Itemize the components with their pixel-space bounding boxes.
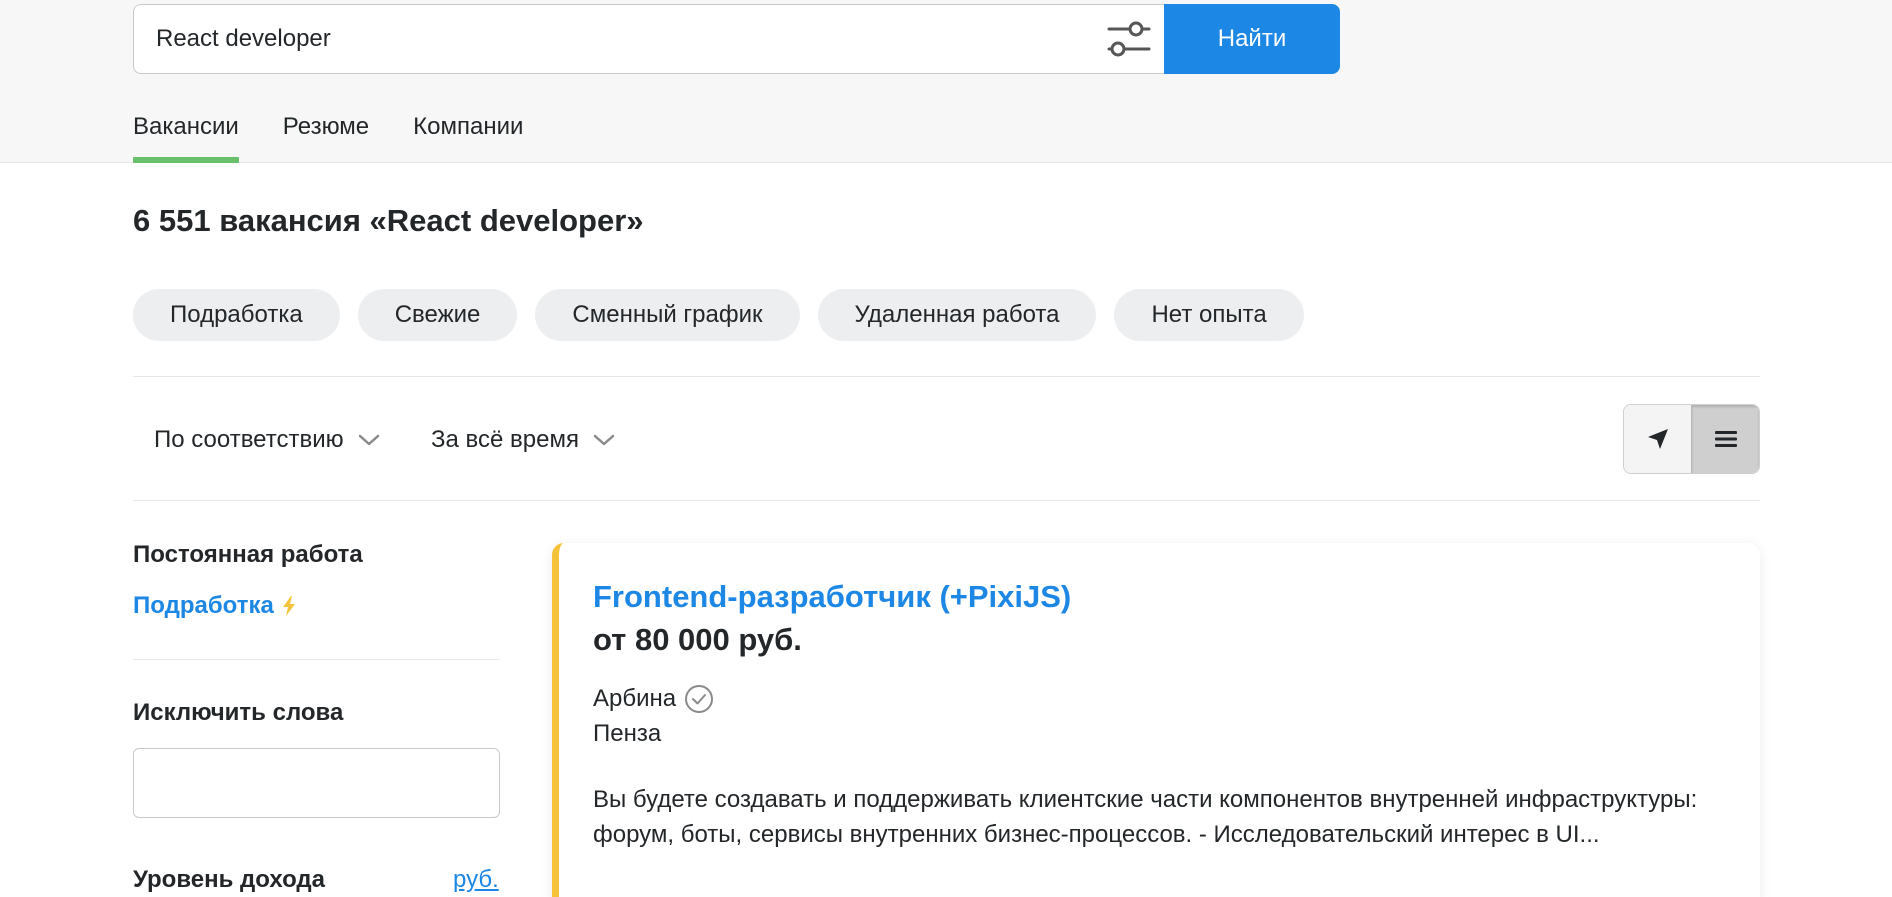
chip-parttime[interactable]: Подработка xyxy=(133,289,340,341)
exclude-words-heading: Исключить слова xyxy=(133,699,344,726)
search-box xyxy=(133,4,1164,74)
divider xyxy=(133,500,1760,501)
sliders-icon[interactable] xyxy=(1106,18,1152,60)
sort-order-label: По соответствию xyxy=(154,426,344,453)
sort-period-dropdown[interactable]: За всё время xyxy=(431,420,615,460)
list-view-button[interactable] xyxy=(1691,405,1759,473)
navigation-arrow-icon xyxy=(1647,429,1668,449)
income-level-heading: Уровень дохода xyxy=(133,866,326,893)
quick-filters: Подработка Свежие Сменный график Удаленн… xyxy=(133,289,1304,341)
vacancy-title-link[interactable]: Frontend-разработчик (+PixiJS) xyxy=(593,579,1071,615)
lightning-icon xyxy=(282,596,295,616)
tab-vacancies[interactable]: Вакансии xyxy=(133,103,239,163)
divider xyxy=(133,376,1760,377)
chip-remote[interactable]: Удаленная работа xyxy=(817,289,1097,341)
results-title: 6 551 вакансия «React developer» xyxy=(133,203,644,238)
search-input[interactable] xyxy=(156,5,1076,73)
vacancy-salary: от 80 000 руб. xyxy=(593,622,802,657)
parttime-link-label: Подработка xyxy=(133,592,274,619)
tab-companies[interactable]: Компании xyxy=(413,103,523,163)
map-view-button[interactable] xyxy=(1624,405,1691,473)
search-tabs: Вакансии Резюме Компании xyxy=(133,103,567,163)
list-lines-icon xyxy=(1714,431,1737,447)
verified-check-icon xyxy=(685,685,714,713)
sort-period-label: За всё время xyxy=(431,426,579,453)
exclude-words-input[interactable] xyxy=(133,748,500,818)
divider xyxy=(133,659,500,660)
view-mode-toggle xyxy=(1623,404,1760,474)
chip-no-experience[interactable]: Нет опыта xyxy=(1114,289,1304,341)
vacancy-company-link[interactable]: Арбина xyxy=(593,684,714,714)
parttime-link[interactable]: Подработка xyxy=(133,592,298,620)
vacancy-description: Вы будете создавать и поддерживать клиен… xyxy=(593,786,1698,848)
employment-heading: Постоянная работа xyxy=(133,541,363,568)
chevron-down-icon xyxy=(358,434,379,446)
search-button[interactable]: Найти xyxy=(1164,4,1340,74)
vacancy-city: Пенза xyxy=(593,720,662,747)
chip-fresh[interactable]: Свежие xyxy=(357,289,518,341)
chevron-down-icon xyxy=(593,434,615,446)
chip-shift-schedule[interactable]: Сменный график xyxy=(535,289,800,341)
sort-order-dropdown[interactable]: По соответствию xyxy=(154,420,380,460)
vacancy-card: Frontend-разработчик (+PixiJS) от 80 000… xyxy=(552,543,1760,897)
search-header: Найти Вакансии Резюме Компании xyxy=(0,0,1892,163)
tab-resumes[interactable]: Резюме xyxy=(283,103,369,163)
currency-link[interactable]: руб. xyxy=(453,866,499,894)
company-name: Арбина xyxy=(593,685,677,712)
